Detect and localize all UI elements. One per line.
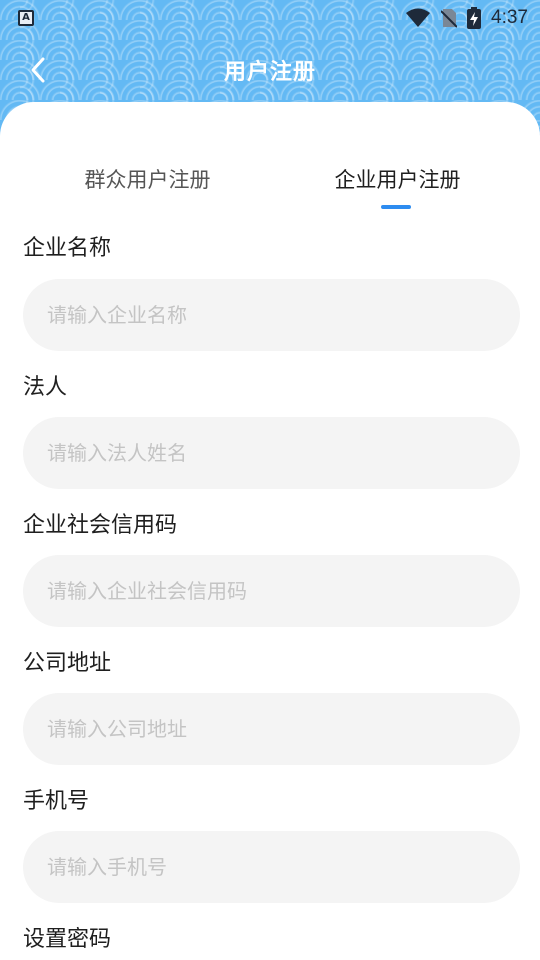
chevron-left-icon — [31, 57, 45, 83]
label-credit-code: 企业社会信用码 — [23, 513, 178, 538]
tab-bar: 群众用户注册 企业用户注册 — [0, 164, 540, 214]
phone-input[interactable] — [23, 831, 520, 903]
tab-enterprise-user[interactable]: 企业用户注册 — [310, 164, 485, 204]
company-name-input[interactable] — [23, 279, 520, 351]
tab-public-user[interactable]: 群众用户注册 — [60, 164, 235, 204]
label-company-name: 企业名称 — [23, 236, 112, 261]
a-keyboard-icon: A — [18, 10, 34, 26]
company-address-input[interactable] — [23, 693, 520, 765]
label-company-address: 公司地址 — [23, 651, 112, 676]
wifi-icon — [406, 8, 431, 27]
battery-charging-icon — [467, 7, 482, 29]
form-card: 群众用户注册 企业用户注册 企业名称 法人 企业社会信用码 公司地址 手机号 设… — [0, 102, 540, 960]
status-bar: A 4:37 — [0, 0, 540, 36]
label-legal-person: 法人 — [23, 375, 68, 400]
nav-bar: 用户注册 — [0, 40, 540, 100]
credit-code-input[interactable] — [23, 555, 520, 627]
label-phone: 手机号 — [23, 789, 90, 814]
label-set-password: 设置密码 — [23, 927, 112, 952]
back-button[interactable] — [18, 50, 58, 90]
no-sim-icon — [441, 9, 458, 28]
status-time: 4:37 — [491, 7, 528, 28]
legal-person-input[interactable] — [23, 417, 520, 489]
page-title: 用户注册 — [223, 60, 316, 85]
active-tab-indicator — [381, 205, 411, 209]
